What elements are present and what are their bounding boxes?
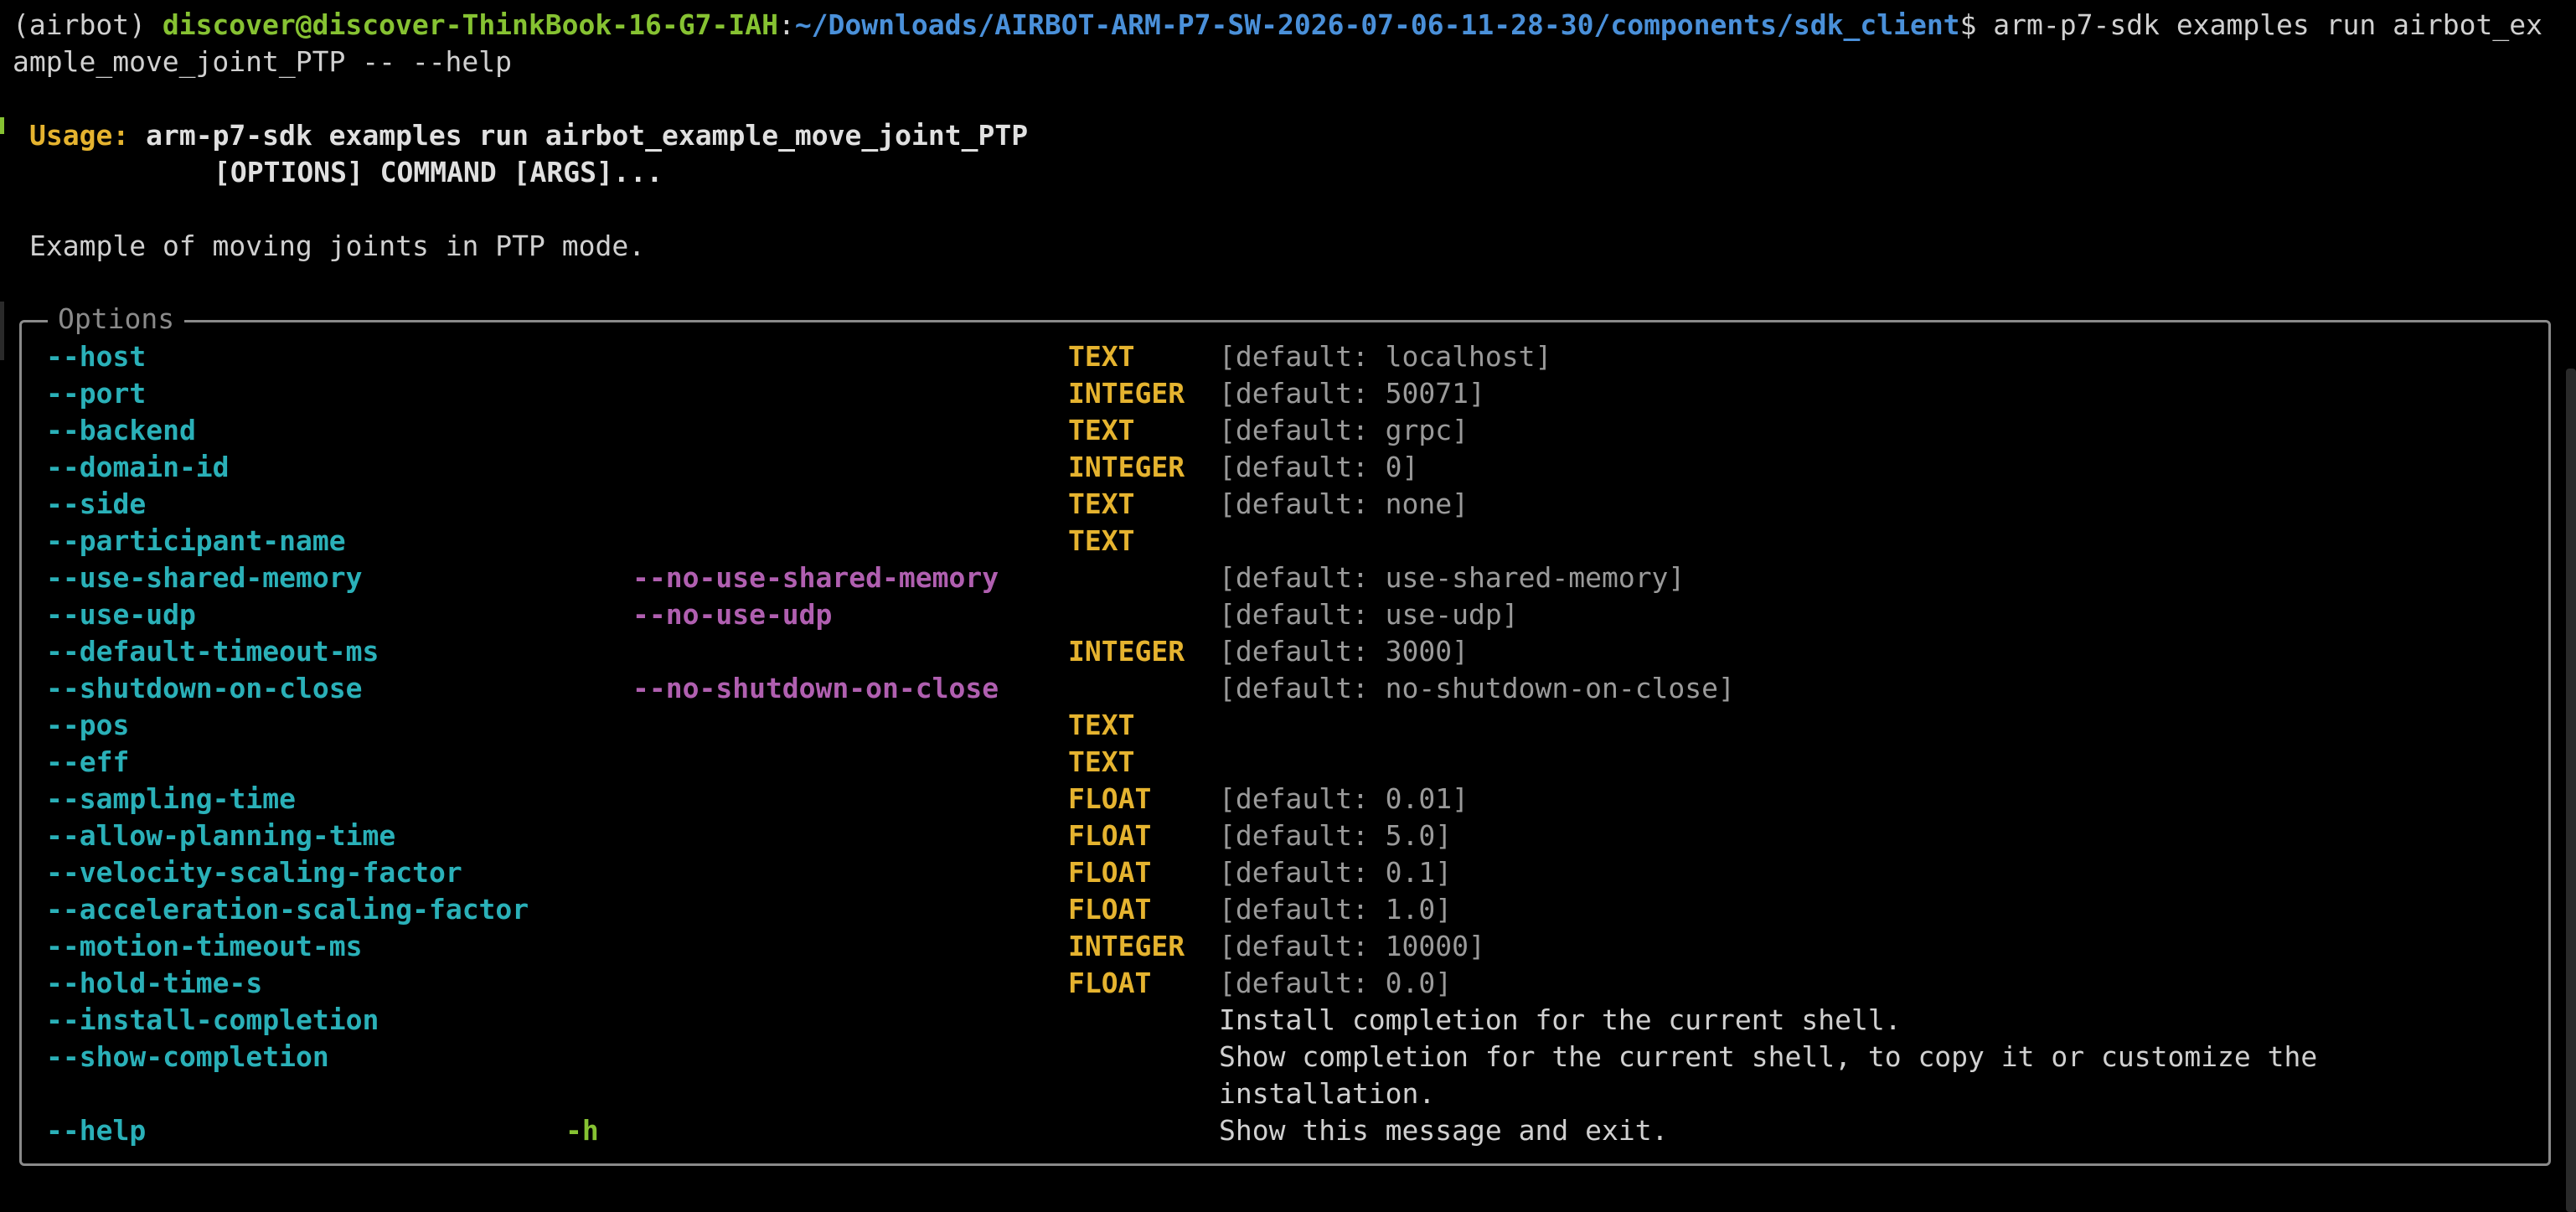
command-text: arm-p7-sdk examples run airbot_ex bbox=[1976, 8, 2542, 41]
option-row: --velocity-scaling-factor FLOAT [default: … bbox=[0, 854, 2576, 891]
option-type: TEXT bbox=[1068, 524, 1135, 557]
option-type: FLOAT bbox=[1068, 967, 1152, 999]
option-default: [default: use-udp] bbox=[1219, 598, 1519, 631]
option-flag: --port bbox=[46, 377, 147, 410]
option-row: --help -h Show this message and exit. bbox=[0, 1112, 2576, 1149]
scrollbar[interactable] bbox=[2566, 369, 2576, 1212]
option-help: Install completion for the current shell… bbox=[1219, 1003, 1902, 1036]
option-row: --use-udp --no-use-udp [default: use-udp] bbox=[0, 596, 2576, 633]
option-row: installation. bbox=[0, 1075, 2576, 1112]
prompt-path: ~/Downloads/AIRBOT-ARM-P7-SW-2026-07-06-… bbox=[794, 8, 1960, 41]
option-type: INTEGER bbox=[1068, 451, 1185, 483]
option-flag: --participant-name bbox=[46, 524, 346, 557]
option-flag: --host bbox=[46, 340, 147, 373]
option-type: FLOAT bbox=[1068, 893, 1152, 926]
option-short-flag: -h bbox=[565, 1114, 599, 1147]
option-type: INTEGER bbox=[1068, 930, 1185, 962]
option-flag: --eff bbox=[46, 745, 130, 778]
option-default: [default: 50071] bbox=[1219, 377, 1485, 410]
option-row: --eff TEXT bbox=[0, 744, 2576, 781]
option-default: [default: 0] bbox=[1219, 451, 1419, 483]
option-type: TEXT bbox=[1068, 414, 1135, 446]
option-flag: --default-timeout-ms bbox=[46, 635, 379, 668]
option-type: FLOAT bbox=[1068, 856, 1152, 889]
option-row: --host TEXT [default: localhost] bbox=[0, 338, 2576, 375]
option-default: [default: grpc] bbox=[1219, 414, 1469, 446]
option-row: --pos TEXT bbox=[0, 707, 2576, 744]
option-type: FLOAT bbox=[1068, 819, 1152, 852]
option-flag: --acceleration-scaling-factor bbox=[46, 893, 529, 926]
command-description: Example of moving joints in PTP mode. bbox=[29, 230, 646, 262]
option-row: --use-shared-memory --no-use-shared-memor… bbox=[0, 560, 2576, 596]
option-type: TEXT bbox=[1068, 745, 1135, 778]
option-row: --shutdown-on-close --no-shutdown-on-clos… bbox=[0, 670, 2576, 707]
option-flag: --sampling-time bbox=[46, 782, 297, 815]
option-row: --show-completion Show completion for the… bbox=[0, 1039, 2576, 1075]
usage-line: Usage: arm-p7-sdk examples run airbot_ex… bbox=[29, 117, 1028, 154]
option-flag: --pos bbox=[46, 709, 130, 741]
option-row: --hold-time-s FLOAT [default: 0.0] bbox=[0, 965, 2576, 1002]
option-negation-flag: --no-use-udp bbox=[632, 598, 833, 631]
option-row: --backend TEXT [default: grpc] bbox=[0, 412, 2576, 449]
option-row: --sampling-time FLOAT [default: 0.01] bbox=[0, 781, 2576, 817]
option-row: --port INTEGER [default: 50071] bbox=[0, 375, 2576, 412]
prompt-env: (airbot) bbox=[13, 8, 146, 41]
option-row: --allow-planning-time FLOAT [default: 5.0] bbox=[0, 817, 2576, 854]
option-row: --participant-name TEXT bbox=[0, 523, 2576, 560]
option-flag: --velocity-scaling-factor bbox=[46, 856, 462, 889]
option-default: [default: 1.0] bbox=[1219, 893, 1453, 926]
option-type: INTEGER bbox=[1068, 635, 1185, 668]
option-flag: --hold-time-s bbox=[46, 967, 263, 999]
option-type: TEXT bbox=[1068, 487, 1135, 520]
option-help: installation. bbox=[1219, 1077, 1436, 1110]
option-flag: --use-udp bbox=[46, 598, 196, 631]
option-type: TEXT bbox=[1068, 340, 1135, 373]
option-default: [default: none] bbox=[1219, 487, 1469, 520]
prompt-dollar: $ bbox=[1959, 8, 1977, 41]
option-flag: --show-completion bbox=[46, 1040, 329, 1073]
option-negation-flag: --no-shutdown-on-close bbox=[632, 672, 999, 704]
option-default: [default: localhost] bbox=[1219, 340, 1552, 373]
option-default: [default: 3000] bbox=[1219, 635, 1469, 668]
option-row: --default-timeout-ms INTEGER [default: 300… bbox=[0, 633, 2576, 670]
option-flag: --help bbox=[46, 1114, 147, 1147]
option-default: [default: 0.1] bbox=[1219, 856, 1453, 889]
option-row: --acceleration-scaling-factor FLOAT [defau… bbox=[0, 891, 2576, 928]
prompt-separator: : bbox=[777, 8, 795, 41]
prompt-line: (airbot) discover@discover-ThinkBook-16-… bbox=[13, 7, 2542, 44]
option-type: FLOAT bbox=[1068, 782, 1152, 815]
usage-args: [OPTIONS] COMMAND [ARGS]... bbox=[214, 156, 663, 188]
terminal-edge-indicator bbox=[0, 117, 4, 134]
option-flag: --shutdown-on-close bbox=[46, 672, 363, 704]
option-type: TEXT bbox=[1068, 709, 1135, 741]
option-default: [default: 10000] bbox=[1219, 930, 1485, 962]
option-help: Show this message and exit. bbox=[1219, 1114, 1669, 1147]
option-negation-flag: --no-use-shared-memory bbox=[632, 561, 999, 594]
option-type: INTEGER bbox=[1068, 377, 1185, 410]
option-flag: --use-shared-memory bbox=[46, 561, 363, 594]
option-default: [default: no-shutdown-on-close] bbox=[1219, 672, 1735, 704]
option-default: [default: use-shared-memory] bbox=[1219, 561, 1685, 594]
option-flag: --allow-planning-time bbox=[46, 819, 396, 852]
option-help: Show completion for the current shell, t… bbox=[1219, 1040, 2318, 1073]
prompt-user-host: discover@discover-ThinkBook-16-G7-IAH bbox=[162, 8, 778, 41]
option-flag: --side bbox=[46, 487, 147, 520]
options-panel-title: Options bbox=[48, 301, 185, 338]
option-default: [default: 5.0] bbox=[1219, 819, 1453, 852]
option-flag: --install-completion bbox=[46, 1003, 379, 1036]
usage-command: arm-p7-sdk examples run airbot_example_m… bbox=[146, 119, 1029, 152]
option-flag: --backend bbox=[46, 414, 196, 446]
option-row: --domain-id INTEGER [default: 0] bbox=[0, 449, 2576, 486]
option-row: --side TEXT [default: none] bbox=[0, 486, 2576, 523]
option-default: [default: 0.0] bbox=[1219, 967, 1453, 999]
option-default: [default: 0.01] bbox=[1219, 782, 1469, 815]
option-row: --motion-timeout-ms INTEGER [default: 1000… bbox=[0, 928, 2576, 965]
usage-label: Usage: bbox=[29, 119, 130, 152]
option-row: --install-completion Install completion f… bbox=[0, 1002, 2576, 1039]
option-flag: --motion-timeout-ms bbox=[46, 930, 363, 962]
option-flag: --domain-id bbox=[46, 451, 230, 483]
command-text-continued: ample_move_joint_PTP -- --help bbox=[13, 45, 513, 78]
